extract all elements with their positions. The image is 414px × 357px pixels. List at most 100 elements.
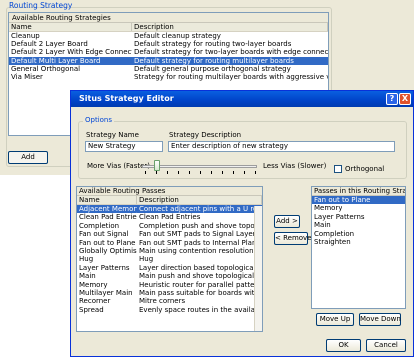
move-down-button[interactable]: Move Down	[359, 313, 401, 326]
ok-button[interactable]: OK	[326, 339, 361, 352]
list-item[interactable]: Memory	[312, 204, 405, 212]
cancel-button[interactable]: Cancel	[366, 339, 406, 352]
pass-description: Main push and shove topological router	[139, 272, 254, 281]
strategy-name: Default 2 Layer Board	[11, 40, 88, 49]
available-passes-header: Name Description	[77, 196, 262, 205]
dialog-title: Situs Strategy Editor	[79, 94, 174, 103]
table-row[interactable]: Hug Hug	[77, 255, 262, 263]
add-pass-button[interactable]: Add >	[274, 215, 300, 228]
pass-name: Fan out Signal	[79, 230, 129, 239]
strategy-name: Default 2 Layer With Edge Connectors	[11, 48, 132, 57]
via-slider-thumb[interactable]	[154, 160, 160, 171]
list-item[interactable]: Fan out to Plane	[312, 196, 405, 205]
strategies-header: Name Description	[9, 23, 328, 32]
table-row[interactable]: Layer Patterns Layer direction based topo…	[77, 264, 262, 272]
strategy-name: Cleanup	[11, 32, 40, 40]
strategy-pass-name: Memory	[314, 204, 343, 213]
dialog-titlebar[interactable]: Situs Strategy Editor	[71, 91, 413, 107]
table-row[interactable]: Multilayer Main Main pass suitable for bo…	[77, 289, 262, 297]
list-item[interactable]: Layer Patterns	[312, 213, 405, 221]
move-up-button[interactable]: Move Up	[316, 313, 354, 326]
strategy-pass-name: Straighten	[314, 237, 351, 246]
pass-name: Clean Pad Entries	[79, 213, 137, 222]
pass-name: Completion	[79, 221, 120, 230]
pass-name: Globally Optimised Main	[79, 246, 137, 255]
column-description[interactable]: Description	[132, 23, 328, 31]
strategy-pass-name: Fan out to Plane	[314, 196, 371, 204]
column-name[interactable]: Name	[9, 23, 132, 31]
pass-name: Hug	[79, 255, 94, 264]
pass-name: Memory	[79, 280, 108, 289]
pass-description: Completion push and shove topological ro…	[139, 221, 254, 230]
strategy-description: Default strategy for two-layer boards wi…	[134, 48, 328, 57]
strategy-description-input[interactable]: Enter description of new strategy	[168, 141, 395, 152]
table-row[interactable]: Main Main push and shove topological rout…	[77, 272, 262, 280]
pass-name: Layer Patterns	[79, 263, 130, 272]
table-row[interactable]: Recorner Mitre corners	[77, 297, 262, 305]
table-row[interactable]: Default 2 Layer Board Default strategy fo…	[9, 40, 328, 48]
pass-description: Heuristic router for parallel patterns	[139, 280, 254, 289]
strategy-pass-name: Completion	[314, 229, 355, 238]
strategy-description: Default general purpose orthogonal strat…	[134, 64, 291, 73]
table-row[interactable]: Fan out Signal Fan out SMT pads to Signal…	[77, 230, 262, 238]
pass-description: Hug	[139, 255, 154, 264]
pass-name: Main	[79, 272, 96, 281]
strategy-passes-title: Passes in this Routing Strategy	[312, 187, 406, 196]
remove-pass-button[interactable]: < Remove	[274, 232, 312, 245]
more-vias-label: More Vias (Faster)	[87, 162, 151, 170]
pass-description: Mitre corners	[139, 297, 186, 306]
strategy-description: Default strategy for routing multilayer …	[134, 56, 294, 65]
list-item[interactable]: Main	[312, 221, 405, 229]
orthogonal-checkbox[interactable]	[334, 165, 342, 173]
strategy-name: Default Multi Layer Board	[11, 56, 101, 65]
strategy-passes-list[interactable]: Passes in this Routing Strategy Fan out …	[311, 186, 406, 309]
table-row[interactable]: Globally Optimised MainMain using conten…	[77, 247, 262, 255]
less-vias-label: Less Vias (Slower)	[263, 162, 327, 170]
strategy-pass-name: Layer Patterns	[314, 212, 365, 221]
strategy-name: Via Miser	[11, 72, 43, 81]
pass-description: Fan out SMT pads to Signal Layers	[139, 230, 254, 239]
column-name[interactable]: Name	[77, 196, 137, 204]
close-icon[interactable]: X	[399, 93, 411, 105]
pass-description: Layer direction based topological router	[139, 263, 254, 272]
list-item[interactable]: Straighten	[312, 238, 405, 246]
table-row[interactable]: Adjacent Memory Connect adjacent pins wit…	[77, 205, 262, 214]
routing-strategy-group-title: Routing Strategy	[9, 1, 73, 10]
table-row[interactable]: Memory Heuristic router for parallel patt…	[77, 281, 262, 289]
strategy-name: General Orthogonal	[11, 64, 81, 73]
add-strategy-button[interactable]: Add	[8, 151, 48, 164]
table-row[interactable]: Fan out to Plane Fan out SMT pads to Inte…	[77, 239, 262, 247]
table-row[interactable]: Default Multi Layer Board Default strateg…	[9, 56, 328, 65]
table-row[interactable]: Default 2 Layer With Edge Connectors Defa…	[9, 48, 328, 56]
pass-description: Clean Pad Entries	[139, 213, 201, 222]
table-row[interactable]: Clean Pad Entries Clean Pad Entries	[77, 213, 262, 221]
pass-description: Main using contention resolution to main…	[139, 246, 254, 255]
strategy-description: Default cleanup strategy	[134, 32, 221, 40]
table-row[interactable]: Cleanup Default cleanup strategy	[9, 32, 328, 40]
column-description[interactable]: Description	[137, 196, 262, 204]
situs-strategy-editor-dialog: Situs Strategy Editor ? X Options Strate…	[70, 90, 414, 357]
orthogonal-label: Orthogonal	[345, 165, 385, 173]
pass-description: Evenly space routes in the available spa…	[139, 305, 254, 314]
available-passes-list[interactable]: Available Routing Passes Name Descriptio…	[76, 186, 263, 332]
strategy-description: Default strategy for routing two-layer b…	[134, 40, 292, 49]
pass-description: Connect adjacent pins with a U route	[139, 205, 254, 213]
available-passes-scrollbar[interactable]	[254, 206, 262, 331]
pass-name: Multilayer Main	[79, 288, 133, 297]
help-icon[interactable]: ?	[386, 93, 398, 105]
list-item[interactable]: Completion	[312, 230, 405, 238]
pass-name: Spread	[79, 305, 104, 314]
strategy-name-input[interactable]: New Strategy	[85, 141, 163, 152]
options-title: Options	[83, 116, 115, 124]
table-row[interactable]: Spread Evenly space routes in the availab…	[77, 306, 262, 314]
pass-name: Fan out to Plane	[79, 238, 136, 247]
table-row[interactable]: Via Miser Strategy for routing multilayer…	[9, 73, 328, 81]
table-row[interactable]: Completion Completion push and shove topo…	[77, 222, 262, 230]
strategy-description-label: Strategy Description	[169, 131, 242, 139]
pass-name: Adjacent Memory	[79, 205, 137, 213]
pass-description: Main pass suitable for boards with inter…	[139, 288, 254, 297]
table-row[interactable]: General Orthogonal Default general purpos…	[9, 65, 328, 73]
available-passes-title: Available Routing Passes	[77, 187, 262, 196]
pass-name: Recorner	[79, 297, 111, 306]
pass-description: Fan out SMT pads to Internal Plane	[139, 238, 254, 247]
